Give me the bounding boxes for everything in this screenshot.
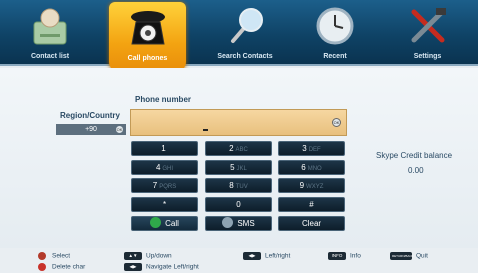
hint-navigate: ◀▶ Navigate Left/right bbox=[124, 263, 199, 271]
keypad-key-9[interactable]: 9 WXYZ bbox=[278, 178, 345, 193]
keypad-key-3[interactable]: 3 DEF bbox=[278, 141, 345, 156]
red-button-icon bbox=[38, 263, 46, 271]
footer-hints: Select Delete char ▲▼ Up/down ◀▶ Navigate … bbox=[0, 248, 478, 273]
key-digit: # bbox=[309, 200, 314, 209]
key-digit: 9 bbox=[299, 181, 305, 190]
tab-settings[interactable]: Settings bbox=[385, 0, 470, 66]
tools-icon bbox=[411, 8, 446, 43]
skype-credit-value: 0.00 bbox=[408, 166, 424, 175]
hint-quit: RETURN/BACK Quit bbox=[390, 252, 428, 260]
region-label: Region/Country bbox=[60, 111, 120, 120]
key-digit: 3 bbox=[302, 144, 307, 153]
skype-credit-label: Skype Credit balance bbox=[376, 151, 453, 160]
leftright-icon: ◀▶ bbox=[124, 263, 142, 271]
key-letters: DEF bbox=[308, 147, 321, 153]
call-button[interactable]: Call bbox=[131, 216, 198, 231]
ok-icon: OK bbox=[332, 118, 341, 127]
tab-label: Contact list bbox=[30, 53, 70, 60]
keypad-key-8[interactable]: 8 TUV bbox=[205, 178, 272, 193]
return-key-icon: RETURN/BACK bbox=[390, 252, 414, 260]
keypad-key-2[interactable]: 2 ABC bbox=[205, 141, 272, 156]
hint-select: Select bbox=[38, 252, 70, 260]
keypad-key-1[interactable]: 1 bbox=[131, 141, 198, 156]
sms-icon bbox=[222, 217, 234, 229]
key-letters: GHI bbox=[162, 166, 174, 172]
leftright-icon: ◀▶ bbox=[243, 252, 261, 260]
key-letters: PQRS bbox=[159, 184, 177, 190]
text-cursor bbox=[203, 129, 208, 131]
contact-list-icon bbox=[33, 8, 67, 45]
updown-icon: ▲▼ bbox=[124, 252, 142, 260]
ok-icon: OK bbox=[116, 126, 123, 133]
tab-call-phones[interactable]: Call phones bbox=[109, 2, 186, 72]
keypad-key-star[interactable]: * bbox=[131, 197, 198, 212]
hint-leftright: ◀▶ Left/right bbox=[243, 252, 290, 260]
keypad-key-hash[interactable]: # bbox=[278, 197, 345, 212]
keypad-key-6[interactable]: 6 MNO bbox=[278, 160, 345, 175]
key-digit: 7 bbox=[152, 181, 158, 190]
key-letters: JKL bbox=[236, 166, 247, 172]
key-letters: ABC bbox=[235, 147, 248, 153]
key-digit: 5 bbox=[230, 163, 235, 172]
keypad-key-7[interactable]: 7 PQRS bbox=[131, 178, 198, 193]
tab-label: Search Contacts bbox=[217, 53, 273, 60]
keypad-key-0[interactable]: 0 bbox=[205, 197, 272, 212]
hint-delete: Delete char bbox=[38, 263, 85, 271]
telephone-icon bbox=[130, 11, 165, 45]
key-digit: 6 bbox=[301, 163, 306, 172]
keypad-key-4[interactable]: 4 GHI bbox=[131, 160, 198, 175]
call-label: Call bbox=[165, 219, 179, 228]
tab-label: Recent bbox=[323, 53, 347, 60]
tab-label: Call phones bbox=[127, 55, 168, 62]
hint-updown: ▲▼ Up/down bbox=[124, 252, 172, 260]
key-letters: WXYZ bbox=[306, 184, 324, 190]
key-digit: * bbox=[162, 200, 167, 209]
key-digit: 1 bbox=[161, 144, 166, 153]
call-phone-icon bbox=[150, 217, 162, 229]
key-digit: 4 bbox=[155, 163, 161, 172]
sms-label: SMS bbox=[237, 219, 255, 228]
clear-label: Clear bbox=[301, 219, 322, 228]
key-digit: 2 bbox=[229, 144, 234, 153]
tab-search-contacts[interactable]: Search Contacts bbox=[206, 0, 284, 66]
tab-contact-list[interactable]: Contact list bbox=[8, 0, 92, 66]
key-letters: TUV bbox=[235, 184, 248, 190]
clear-button[interactable]: Clear bbox=[278, 216, 345, 231]
tab-label: Settings bbox=[413, 53, 442, 60]
phone-number-label: Phone number bbox=[135, 95, 192, 104]
key-digit: 0 bbox=[236, 200, 241, 209]
tab-recent[interactable]: Recent bbox=[298, 0, 372, 66]
clock-icon bbox=[316, 7, 354, 45]
phone-number-input[interactable]: OK bbox=[130, 109, 347, 136]
ok-button-icon bbox=[38, 252, 46, 260]
region-value: +90 bbox=[85, 126, 97, 133]
keypad-key-5[interactable]: 5 JKL bbox=[205, 160, 272, 175]
hint-info: INFO Info bbox=[328, 252, 361, 260]
magnifier-icon bbox=[231, 8, 263, 43]
region-country-field[interactable]: +90 OK bbox=[56, 124, 126, 135]
key-letters: MNO bbox=[307, 166, 322, 172]
info-key-icon: INFO bbox=[328, 252, 346, 260]
sms-button[interactable]: SMS bbox=[205, 216, 272, 231]
key-digit: 8 bbox=[229, 181, 234, 190]
top-tab-bar: Contact list Call phones Search Contacts… bbox=[0, 0, 478, 72]
